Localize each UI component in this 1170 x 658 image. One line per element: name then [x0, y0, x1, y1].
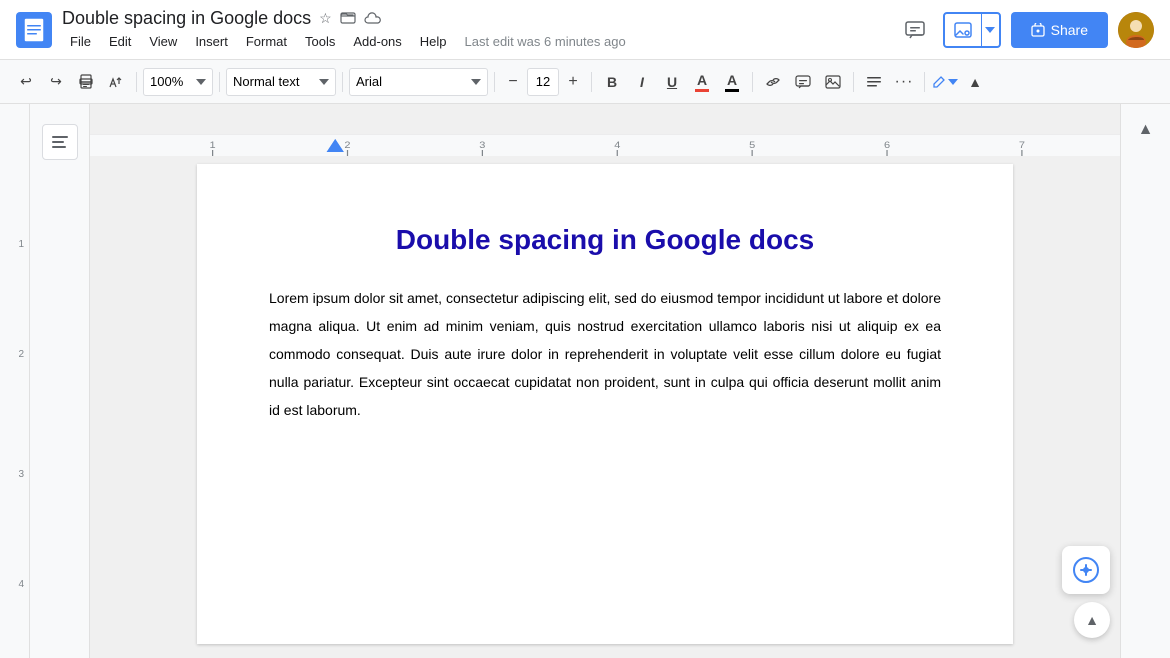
- print-button[interactable]: [72, 68, 100, 96]
- italic-button[interactable]: I: [628, 68, 656, 96]
- zoom-controls: [943, 12, 1001, 48]
- doc-title[interactable]: Double spacing in Google docs: [62, 8, 311, 29]
- font-size-increase[interactable]: +: [561, 68, 585, 96]
- menu-format[interactable]: Format: [238, 31, 295, 52]
- insert-image-button[interactable]: [819, 68, 847, 96]
- left-ruler: 1 2 3 4: [0, 104, 30, 658]
- menu-bar: File Edit View Insert Format Tools Add-o…: [62, 31, 887, 52]
- svg-text:6: 6: [884, 141, 891, 151]
- top-ruler: 1 2 3 4 5 6 7: [90, 134, 1120, 156]
- cloud-icon[interactable]: [364, 10, 382, 27]
- svg-text:2: 2: [344, 141, 351, 151]
- menu-file[interactable]: File: [62, 31, 99, 52]
- style-select[interactable]: Normal text Heading 1 Heading 2 Heading …: [226, 68, 336, 96]
- document-title: Double spacing in Google docs: [269, 224, 941, 256]
- link-button[interactable]: [759, 68, 787, 96]
- folder-icon[interactable]: [340, 9, 356, 28]
- svg-text:5: 5: [749, 141, 756, 151]
- ruler-num-3: 3: [18, 469, 24, 480]
- title-section: Double spacing in Google docs ☆ File Edi…: [62, 8, 887, 52]
- highlight-button[interactable]: A: [718, 68, 746, 96]
- sep7: [853, 72, 854, 92]
- bold-button[interactable]: B: [598, 68, 626, 96]
- more-button[interactable]: ···: [890, 68, 918, 96]
- svg-text:4: 4: [614, 141, 621, 151]
- sep5: [591, 72, 592, 92]
- collapse-toolbar-button[interactable]: ▲: [961, 68, 989, 96]
- share-button[interactable]: Share: [1011, 12, 1108, 48]
- menu-insert[interactable]: Insert: [187, 31, 236, 52]
- font-size-input[interactable]: [527, 68, 559, 96]
- edit-mode-button[interactable]: [931, 68, 959, 96]
- bottom-widgets: ▲: [1062, 546, 1110, 638]
- doc-scroll[interactable]: 1 2 3 4 5 6 7 D: [90, 104, 1120, 658]
- menu-help[interactable]: Help: [412, 31, 455, 52]
- toolbar-right: Share: [897, 12, 1154, 48]
- outline-panel: [30, 104, 90, 658]
- sep8: [924, 72, 925, 92]
- text-color-label: A: [697, 72, 707, 88]
- user-avatar[interactable]: [1118, 12, 1154, 48]
- font-size-decrease[interactable]: −: [501, 68, 525, 96]
- svg-text:1: 1: [210, 141, 217, 151]
- menu-view[interactable]: View: [141, 31, 185, 52]
- ai-assist-button[interactable]: [1062, 546, 1110, 594]
- svg-text:3: 3: [479, 141, 486, 151]
- doc-icon: [16, 12, 52, 48]
- outline-toggle-button[interactable]: [42, 124, 78, 160]
- highlight-label: A: [727, 72, 737, 88]
- right-panel: ▲: [1120, 104, 1170, 658]
- ruler-num-4: 4: [18, 579, 24, 590]
- sep6: [752, 72, 753, 92]
- text-color-button[interactable]: A: [688, 68, 716, 96]
- menu-addons[interactable]: Add-ons: [345, 31, 409, 52]
- align-button[interactable]: [860, 68, 888, 96]
- text-color-indicator: [695, 89, 709, 92]
- star-icon[interactable]: ☆: [319, 10, 332, 27]
- sep3: [342, 72, 343, 92]
- ruler-num-1: 1: [18, 239, 24, 250]
- underline-button[interactable]: U: [658, 68, 686, 96]
- insert-comment-button[interactable]: [789, 68, 817, 96]
- undo-button[interactable]: ↩: [12, 68, 40, 96]
- sep4: [494, 72, 495, 92]
- title-bar: Double spacing in Google docs ☆ File Edi…: [0, 0, 1170, 60]
- highlight-indicator: [725, 89, 739, 92]
- collapse-right-button[interactable]: ▲: [1128, 112, 1164, 148]
- doc-area: 1 2 3 4 1 2 3 4: [0, 104, 1170, 658]
- zoom-image-button[interactable]: [945, 13, 981, 47]
- redo-button[interactable]: ↪: [42, 68, 70, 96]
- document-page[interactable]: Double spacing in Google docs Lorem ipsu…: [197, 164, 1013, 644]
- document-body[interactable]: Lorem ipsum dolor sit amet, consectetur …: [269, 284, 941, 424]
- sep1: [136, 72, 137, 92]
- share-label: Share: [1051, 22, 1088, 38]
- svg-text:7: 7: [1019, 141, 1026, 151]
- ruler-num-2: 2: [18, 349, 24, 360]
- comment-button[interactable]: [897, 12, 933, 48]
- title-row: Double spacing in Google docs ☆: [62, 8, 887, 29]
- zoom-select[interactable]: 100% 75% 125% 150%: [143, 68, 213, 96]
- menu-edit[interactable]: Edit: [101, 31, 139, 52]
- scroll-to-top-button[interactable]: ▲: [1074, 602, 1110, 638]
- last-edit-text: Last edit was 6 minutes ago: [465, 34, 626, 49]
- paint-format-button[interactable]: [102, 68, 130, 96]
- zoom-dropdown-button[interactable]: [981, 13, 999, 47]
- sep2: [219, 72, 220, 92]
- toolbar: ↩ ↪ 100% 75% 125% 150% Normal text Headi…: [0, 60, 1170, 104]
- font-select[interactable]: Arial Times New Roman Verdana Georgia: [349, 68, 488, 96]
- menu-tools[interactable]: Tools: [297, 31, 343, 52]
